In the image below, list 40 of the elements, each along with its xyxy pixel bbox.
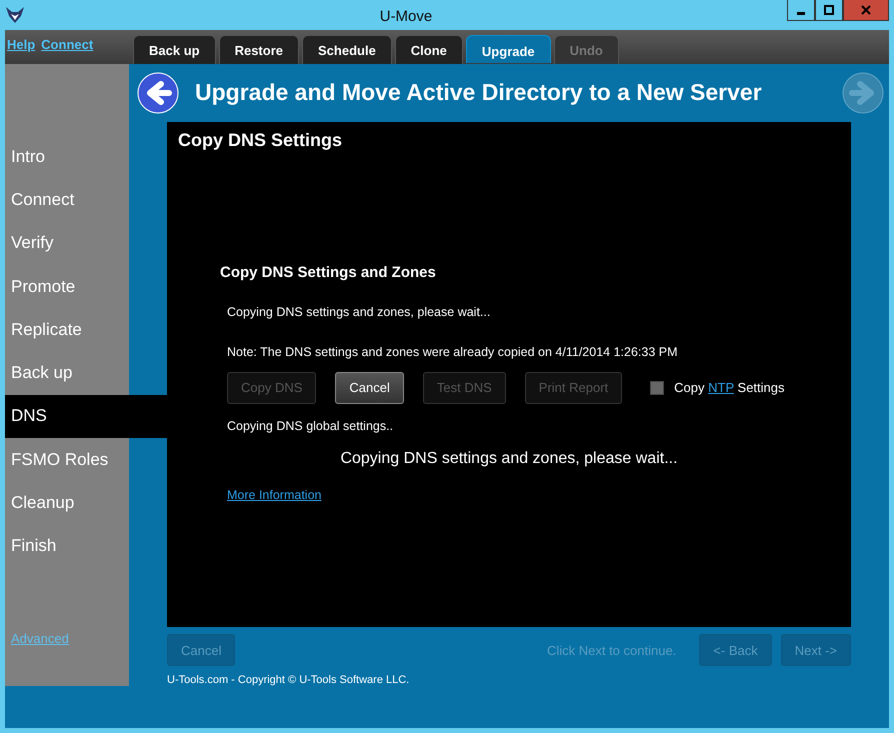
status-text: Copying DNS settings and zones, please wait... [227,304,492,319]
action-button[interactable]: Cancel [335,372,404,404]
maximize-icon [824,5,834,15]
close-button[interactable] [843,0,889,21]
copyright-text: U-Tools.com - Copyright © U-Tools Software LLC. [167,674,410,686]
sidebar-item[interactable]: Replicate [5,308,129,352]
sidebar-item[interactable]: Finish [5,524,129,568]
sidebar-item[interactable]: DNS [5,394,167,438]
checkbox[interactable] [650,380,664,395]
ntp-link[interactable]: NTP [708,380,734,396]
tab[interactable]: Clone [394,35,463,64]
tab[interactable]: Restore [218,35,299,64]
sidebar-item[interactable]: Connect [5,178,129,222]
wait-message: Copying DNS settings and zones, please wait... [339,450,679,468]
fox-logo-icon [5,6,25,24]
window-title: U-Move [378,6,434,24]
top-link[interactable]: Connect [41,37,94,52]
progress-text: Copying DNS global settings.. [227,418,394,433]
sidebar-item[interactable]: Verify [5,222,129,265]
more-information-link[interactable]: More Information [227,488,322,502]
sidebar-item[interactable]: Cleanup [5,481,129,525]
maximize-button[interactable] [815,0,843,21]
sidebar-item[interactable]: Back up [5,351,129,395]
top-link[interactable]: Help [7,37,36,52]
sidebar-item[interactable]: FSMO Roles [5,438,129,482]
checkbox-label: Copy NTP Settings [674,380,784,396]
tab[interactable]: Upgrade [466,35,551,63]
tab[interactable]: Schedule [302,35,392,64]
section-title: Copy DNS Settings and Zones [220,264,437,281]
minimize-button[interactable] [787,0,815,21]
note-text: Note: The DNS settings and zones were already copied on 4/11/2014 1:26:33 PM [227,344,679,359]
page-title: Upgrade and Move Active Directory to a New Server [195,79,763,106]
hint-text: Click Next to continue. [546,642,676,658]
minimize-icon [797,12,805,14]
panel-title: Copy DNS Settings [178,130,344,151]
close-icon [861,5,871,15]
sidebar-item[interactable]: Intro [5,135,129,178]
back-arrow-button[interactable] [137,72,179,114]
tab[interactable]: Back up [133,35,216,64]
sidebar-item[interactable]: Promote [5,264,129,308]
